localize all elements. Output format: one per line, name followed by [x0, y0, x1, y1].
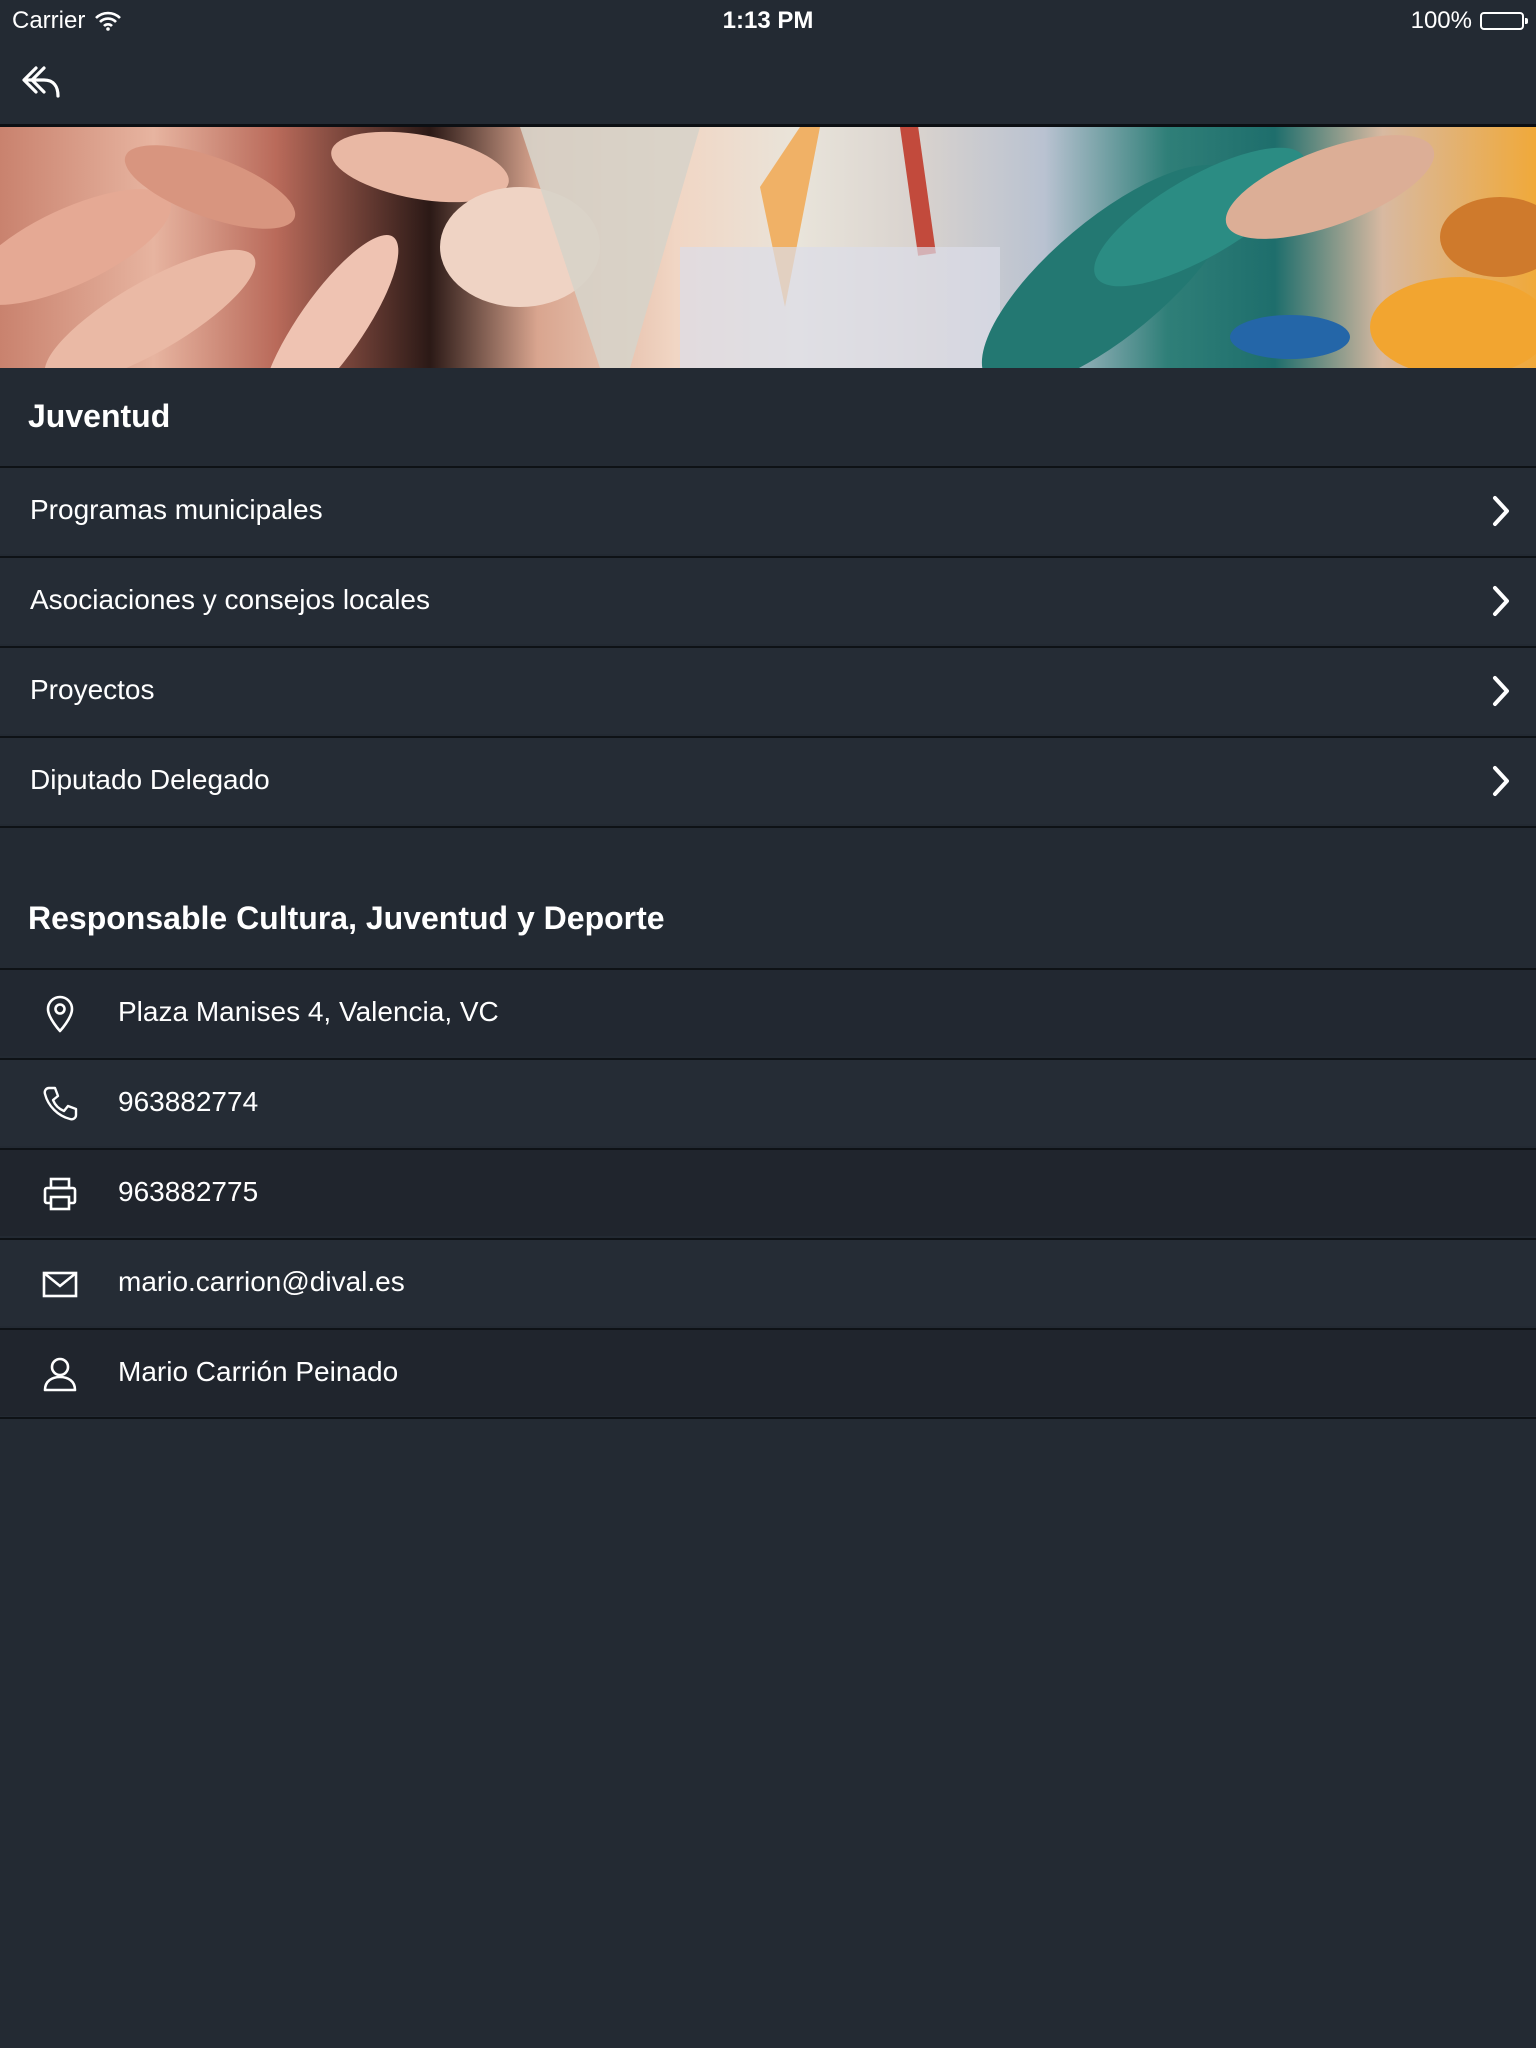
- contact-fax: 963882775: [118, 1176, 259, 1207]
- status-bar: Carrier 1:13 PM 100%: [0, 0, 1536, 40]
- battery-percent: 100%: [1410, 7, 1472, 34]
- menu-item-label: Diputado Delegado: [30, 764, 270, 795]
- contact-phone: 963882774: [118, 1086, 259, 1117]
- menu-item-label: Asociaciones y consejos locales: [30, 584, 430, 615]
- section-header-responsable: Responsable Cultura, Juventud y Deporte: [0, 828, 1536, 968]
- contact-section-title: Responsable Cultura, Juventud y Deporte: [28, 900, 665, 936]
- chevron-right-icon: [1493, 496, 1509, 526]
- header-banner-image: [0, 127, 1536, 368]
- divider: [0, 1417, 1536, 1419]
- menu-item-proyectos[interactable]: Proyectos: [0, 646, 1536, 734]
- printer-fax-icon: [43, 1177, 77, 1211]
- menu-item-label: Proyectos: [30, 674, 155, 705]
- clock: 1:13 PM: [722, 7, 814, 34]
- menu-item-label: Programas municipales: [30, 494, 323, 525]
- menu-item-asociaciones[interactable]: Asociaciones y consejos locales: [0, 556, 1536, 644]
- contact-email-row[interactable]: mario.carrion@dival.es: [0, 1238, 1536, 1326]
- section-title: Juventud: [28, 398, 171, 434]
- contact-address-row[interactable]: Plaza Manises 4, Valencia, VC: [0, 968, 1536, 1056]
- contact-person-row[interactable]: Mario Carrión Peinado: [0, 1328, 1536, 1416]
- battery-icon: [1480, 12, 1528, 30]
- phone-icon: [43, 1086, 78, 1121]
- mail-envelope-icon: [42, 1271, 78, 1298]
- contact-email: mario.carrion@dival.es: [118, 1266, 405, 1297]
- chevron-right-icon: [1493, 766, 1509, 796]
- navigation-bar: [0, 40, 1536, 127]
- painting-hands-illustration: [0, 127, 1536, 368]
- location-pin-icon: [46, 995, 74, 1033]
- menu-item-programas-municipales[interactable]: Programas municipales: [0, 466, 1536, 554]
- contact-address: Plaza Manises 4, Valencia, VC: [118, 996, 499, 1027]
- back-reply-icon[interactable]: [18, 60, 66, 106]
- menu-item-diputado-delegado[interactable]: Diputado Delegado: [0, 736, 1536, 824]
- user-person-icon: [43, 1357, 77, 1392]
- contact-phone-row[interactable]: 963882774: [0, 1058, 1536, 1146]
- contact-fax-row[interactable]: 963882775: [0, 1148, 1536, 1236]
- chevron-right-icon: [1493, 586, 1509, 616]
- contact-person: Mario Carrión Peinado: [118, 1356, 399, 1387]
- battery-status: 100%: [1410, 7, 1528, 35]
- section-header-juventud: Juventud: [0, 368, 1536, 466]
- chevron-right-icon: [1493, 676, 1509, 706]
